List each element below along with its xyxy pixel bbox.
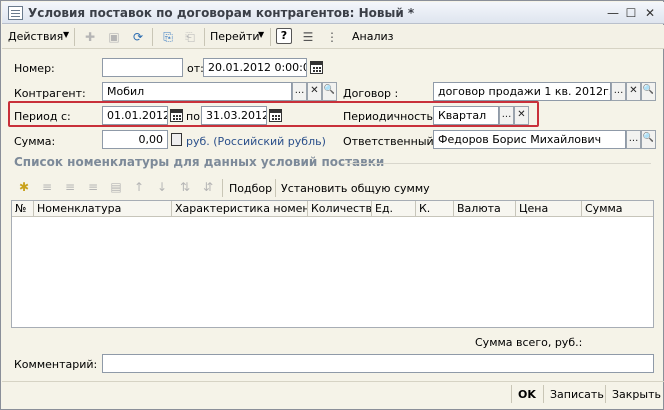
footer-divider xyxy=(2,381,664,382)
periodicity-select-button[interactable]: ... xyxy=(499,106,514,125)
save-button[interactable]: Записать xyxy=(550,385,604,405)
delete-row-icon[interactable]: ≡ xyxy=(85,179,101,195)
close-button[interactable]: Закрыть xyxy=(612,385,661,405)
ok-button[interactable]: OK xyxy=(518,385,536,405)
sort-desc-icon[interactable]: ⇵ xyxy=(200,179,216,195)
responsible-label: Ответственный: xyxy=(343,135,438,148)
calendar-icon[interactable] xyxy=(310,61,323,74)
set-total-button[interactable]: Установить общую сумму xyxy=(281,182,430,195)
toolbar-separator xyxy=(270,28,271,46)
document-icon xyxy=(8,6,23,20)
toolbar-separator xyxy=(222,179,223,197)
counterparty-field[interactable]: Мобил xyxy=(102,82,292,101)
table-header: № Номенклатура Характеристика номенк... … xyxy=(12,201,653,217)
column-header[interactable]: Валюта xyxy=(454,201,516,217)
number-field[interactable] xyxy=(102,58,183,77)
comment-field[interactable] xyxy=(102,354,654,373)
column-header[interactable]: К. xyxy=(416,201,454,217)
contract-open-icon[interactable]: 🔍 xyxy=(641,82,656,101)
toolbar-separator xyxy=(511,385,512,403)
toolbar-separator xyxy=(74,28,75,46)
move-down-icon[interactable]: ↓ xyxy=(154,179,170,195)
period-from-field[interactable]: 01.01.2012 xyxy=(102,106,168,125)
date-field[interactable]: 20.01.2012 0:00:00 xyxy=(203,58,307,77)
sort-asc-icon[interactable]: ⇅ xyxy=(177,179,193,195)
column-header[interactable]: Цена xyxy=(516,201,582,217)
date-label: от: xyxy=(187,62,204,75)
dropdown-arrow-icon: ▼ xyxy=(63,30,70,39)
maximize-button[interactable]: ☐ xyxy=(623,6,639,20)
column-header[interactable]: Характеристика номенк... xyxy=(172,201,308,217)
periodicity-label: Периодичность: xyxy=(343,110,437,123)
contract-clear-icon[interactable]: ✕ xyxy=(626,82,641,101)
main-toolbar: Действия ▼ ✚ ▣ ⟳ ⎘ ⎗ Перейти ▼ ? ☰ ⋮ Ана… xyxy=(2,25,664,49)
actions-menu-label: Действия xyxy=(8,30,64,43)
edit-row-icon[interactable]: ≡ xyxy=(62,179,78,195)
copy-icon[interactable]: ▣ xyxy=(106,29,122,45)
contract-label: Договор : xyxy=(343,87,399,100)
calendar-icon[interactable] xyxy=(170,109,183,122)
responsible-field[interactable]: Федоров Борис Михайлович xyxy=(433,130,626,149)
period-from-label: Период с: xyxy=(14,110,71,123)
copy-row-icon[interactable]: ≡ xyxy=(39,179,55,195)
counterparty-select-button[interactable]: ... xyxy=(292,82,307,101)
counterparty-clear-icon[interactable]: ✕ xyxy=(307,82,322,101)
post-icon[interactable]: ⎘ xyxy=(160,29,176,45)
comment-label: Комментарий: xyxy=(14,358,98,371)
column-header[interactable]: Сумма xyxy=(582,201,653,217)
counterparty-label: Контрагент: xyxy=(14,87,86,100)
column-header[interactable]: Количество xyxy=(308,201,372,217)
contract-select-button[interactable]: ... xyxy=(611,82,626,101)
toolbar-separator xyxy=(152,28,153,46)
section-title: Список номенклатуры для данных условий п… xyxy=(14,155,385,169)
add-row-icon[interactable]: ✱ xyxy=(16,179,32,195)
minimize-button[interactable]: — xyxy=(605,6,621,20)
document-window: Условия поставок по договорам контрагент… xyxy=(0,0,664,410)
currency-label: руб. (Российский рубль) xyxy=(186,135,326,148)
actions-menu-button[interactable]: Действия ▼ xyxy=(6,27,72,46)
analysis-button[interactable]: Анализ xyxy=(352,30,394,43)
column-header[interactable]: Номенклатура xyxy=(34,201,172,217)
column-header[interactable]: № xyxy=(12,201,34,217)
periodicity-clear-icon[interactable]: ✕ xyxy=(514,106,529,125)
refresh-icon[interactable]: ⟳ xyxy=(130,29,146,45)
add-icon[interactable]: ✚ xyxy=(82,29,98,45)
contract-field[interactable]: договор продажи 1 кв. 2012г. xyxy=(433,82,611,101)
help-icon[interactable]: ? xyxy=(276,28,292,44)
unpost-icon[interactable]: ⎗ xyxy=(182,29,198,45)
amount-label: Сумма: xyxy=(14,135,56,148)
goto-menu-button[interactable]: Перейти ▼ xyxy=(208,27,268,46)
goto-menu-label: Перейти xyxy=(210,30,260,43)
close-window-button[interactable]: ✕ xyxy=(642,6,658,20)
responsible-open-icon[interactable]: 🔍 xyxy=(641,130,656,149)
counterparty-open-icon[interactable]: 🔍 xyxy=(322,82,337,101)
responsible-select-button[interactable]: ... xyxy=(626,130,641,149)
dropdown-arrow-icon: ▼ xyxy=(258,30,265,39)
toolbar-separator xyxy=(204,28,205,46)
end-edit-icon[interactable]: ▤ xyxy=(108,179,124,195)
list-structure-icon[interactable]: ☰ xyxy=(300,29,316,45)
period-to-field[interactable]: 31.03.2012 xyxy=(201,106,267,125)
calculator-icon[interactable] xyxy=(171,133,182,146)
section-divider xyxy=(341,163,651,164)
toolbar-separator xyxy=(605,385,606,403)
window-title: Условия поставок по договорам контрагент… xyxy=(28,6,415,20)
move-up-icon[interactable]: ↑ xyxy=(131,179,147,195)
total-label: Сумма всего, руб.: xyxy=(475,336,583,349)
amount-field[interactable]: 0,00 xyxy=(102,130,168,149)
column-header[interactable]: Ед. xyxy=(372,201,416,217)
items-table[interactable]: № Номенклатура Характеристика номенк... … xyxy=(11,200,654,328)
tree-icon[interactable]: ⋮ xyxy=(324,29,340,45)
periodicity-field[interactable]: Квартал xyxy=(433,106,499,125)
number-label: Номер: xyxy=(14,62,55,75)
toolbar-separator xyxy=(275,179,276,197)
toolbar-separator xyxy=(543,385,544,403)
calendar-icon[interactable] xyxy=(269,109,282,122)
title-bar: Условия поставок по договорам контрагент… xyxy=(2,2,664,24)
podbor-button[interactable]: Подбор xyxy=(229,182,272,195)
